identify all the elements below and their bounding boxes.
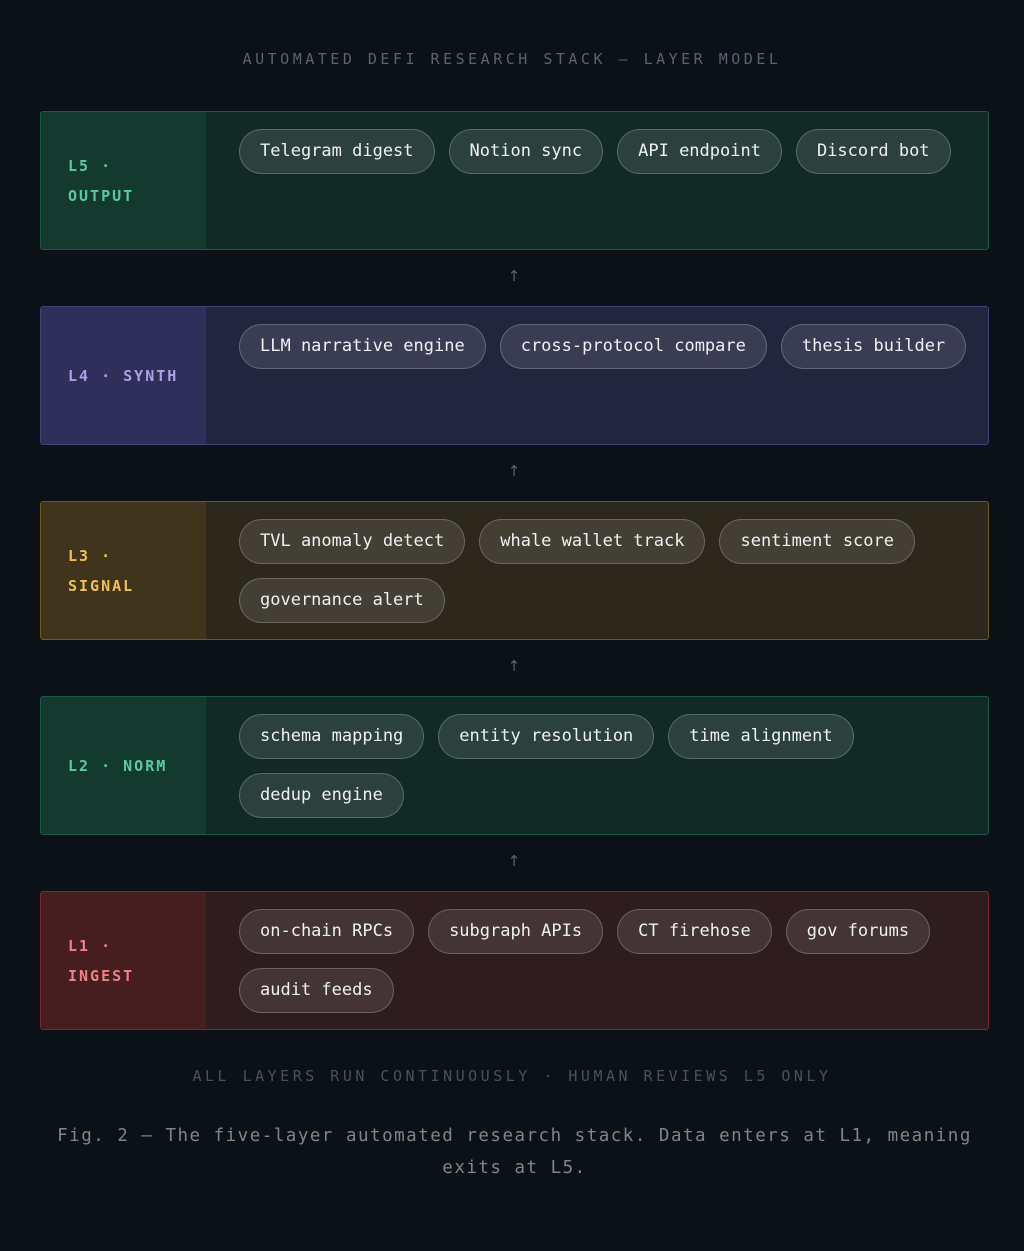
layer-label: L1 · INGEST (41, 892, 206, 1029)
layer-signal: L3 · SIGNAL TVL anomaly detect whale wal… (40, 501, 989, 640)
layer-label: L5 · OUTPUT (41, 112, 206, 249)
component-chip: on-chain RPCs (239, 909, 415, 954)
component-chip: governance alert (239, 578, 445, 623)
component-chip: API endpoint (617, 129, 782, 174)
layer-components: LLM narrative engine cross-protocol comp… (206, 307, 988, 444)
layer-components: schema mapping entity resolution time al… (206, 697, 988, 834)
component-chip: audit feeds (239, 968, 394, 1013)
layer-components: on-chain RPCs subgraph APIs CT firehose … (206, 892, 988, 1029)
component-chip: CT firehose (617, 909, 772, 954)
component-chip: Discord bot (795, 129, 951, 174)
up-arrow-icon: ↑ (507, 657, 521, 675)
component-chip: subgraph APIs (428, 909, 604, 954)
layer-ingest: L1 · INGEST on-chain RPCs subgraph APIs … (40, 891, 989, 1030)
layer-components: Telegram digest Notion sync API endpoint… (206, 112, 988, 249)
up-arrow-icon: ↑ (507, 462, 521, 480)
component-chip: entity resolution (438, 714, 655, 759)
component-chip: schema mapping (239, 714, 425, 759)
layer-label: L4 · SYNTH (41, 307, 206, 444)
component-chip: thesis builder (780, 324, 967, 369)
layer-components: TVL anomaly detect whale wallet track se… (206, 502, 988, 639)
component-chip: LLM narrative engine (239, 324, 486, 369)
diagram-title: AUTOMATED DEFI RESEARCH STACK — LAYER MO… (242, 50, 782, 68)
up-arrow-icon: ↑ (507, 852, 521, 870)
component-chip: Telegram digest (239, 129, 435, 174)
component-chip: gov forums (785, 909, 931, 954)
layer-synth: L4 · SYNTH LLM narrative engine cross-pr… (40, 306, 989, 445)
footer-note: ALL LAYERS RUN CONTINUOUSLY · HUMAN REVI… (192, 1067, 832, 1085)
layer-norm: L2 · NORM schema mapping entity resoluti… (40, 696, 989, 835)
component-chip: time alignment (668, 714, 854, 759)
component-chip: whale wallet track (479, 519, 706, 564)
component-chip: cross-protocol compare (499, 324, 767, 369)
layer-label: L3 · SIGNAL (41, 502, 206, 639)
component-chip: TVL anomaly detect (239, 519, 466, 564)
component-chip: dedup engine (239, 773, 404, 818)
layer-output: L5 · OUTPUT Telegram digest Notion sync … (40, 111, 989, 250)
layer-label: L2 · NORM (41, 697, 206, 834)
up-arrow-icon: ↑ (507, 267, 521, 285)
figure-caption: Fig. 2 — The five-layer automated resear… (57, 1126, 972, 1178)
component-chip: sentiment score (719, 519, 915, 564)
component-chip: Notion sync (448, 129, 604, 174)
